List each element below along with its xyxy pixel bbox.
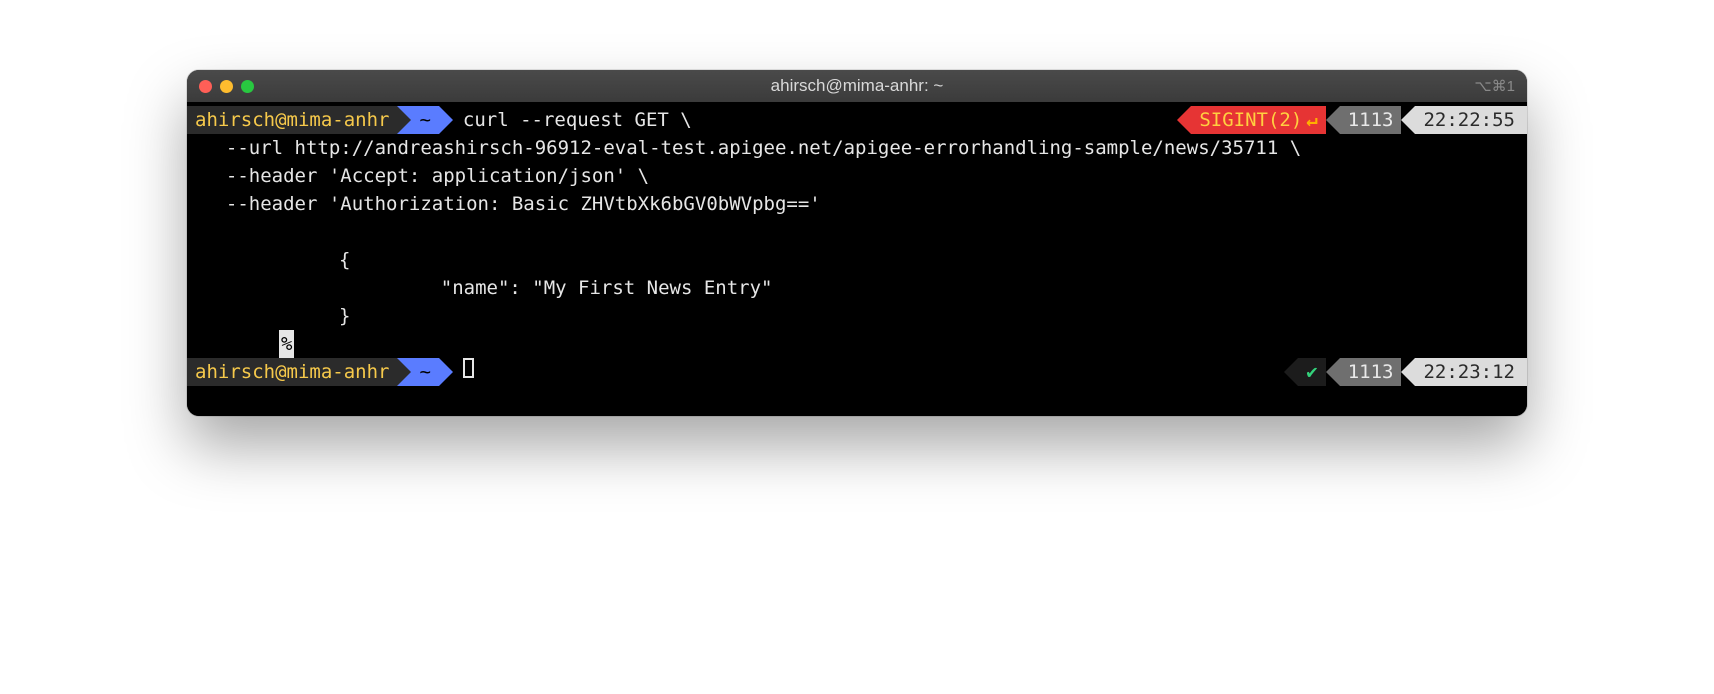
status-separator-icon	[1177, 106, 1191, 134]
cwd-text-2: ~	[419, 358, 430, 386]
time2-separator-icon	[1401, 358, 1415, 386]
cwd-text: ~	[419, 106, 430, 134]
minimize-icon[interactable]	[220, 80, 233, 93]
prompt-line-1: ahirsch@mima-anhr ~ curl --request GET \…	[187, 106, 1527, 134]
command-text-line3: --header 'Accept: application/json' \	[187, 162, 1527, 190]
prompt-line-2: ahirsch@mima-anhr ~ ✔ 1113	[187, 358, 1527, 386]
prompt2-user-host: ahirsch@mima-anhr	[187, 358, 397, 386]
screenshot-canvas: ahirsch@mima-anhr: ~ ⌥⌘1 ahirsch@mima-an…	[0, 0, 1714, 694]
user-host-text-2: ahirsch@mima-anhr	[195, 358, 389, 386]
status-ok-badge: ✔	[1298, 358, 1325, 386]
percent-eol-icon: %	[279, 330, 294, 358]
prompt-user-host: ahirsch@mima-anhr	[187, 106, 397, 134]
prompt-time: 22:22:55	[1415, 106, 1527, 134]
ok-separator-icon	[1284, 358, 1298, 386]
history-number-2: 1113	[1340, 358, 1402, 386]
close-icon[interactable]	[199, 80, 212, 93]
command-text-line1: curl --request GET \	[453, 106, 692, 134]
window-title: ahirsch@mima-anhr: ~	[187, 76, 1527, 96]
user-host-text: ahirsch@mima-anhr	[195, 106, 389, 134]
output-json-open: {	[187, 246, 1527, 274]
prompt2-separator-icon	[439, 358, 453, 386]
history-number: 1113	[1340, 106, 1402, 134]
output-eol-marker-row: %	[187, 330, 1527, 358]
terminal-window[interactable]: ahirsch@mima-anhr: ~ ⌥⌘1 ahirsch@mima-an…	[187, 70, 1527, 416]
prompt-separator-icon	[439, 106, 453, 134]
zoom-icon[interactable]	[241, 80, 254, 93]
terminal-body[interactable]: ahirsch@mima-anhr ~ curl --request GET \…	[187, 102, 1527, 416]
command-text-line2: --url http://andreashirsch-96912-eval-te…	[187, 134, 1527, 162]
prompt2-time: 22:23:12	[1415, 358, 1527, 386]
time-separator-icon	[1401, 106, 1415, 134]
return-icon: ↵	[1306, 106, 1317, 134]
history-separator-icon	[1326, 106, 1340, 134]
output-json-close: }	[187, 302, 1527, 330]
command-text-line4: --header 'Authorization: Basic ZHVtbXk6b…	[187, 190, 1527, 218]
cursor[interactable]	[463, 358, 474, 378]
status-signal-text: SIGINT(2)	[1199, 106, 1302, 134]
checkmark-icon: ✔	[1306, 358, 1317, 386]
traffic-lights	[199, 80, 254, 93]
window-titlebar[interactable]: ahirsch@mima-anhr: ~ ⌥⌘1	[187, 70, 1527, 102]
window-pane-indicator: ⌥⌘1	[1474, 77, 1515, 95]
output-json-field: "name": "My First News Entry"	[187, 274, 1527, 302]
blank-line	[187, 218, 1527, 246]
history2-separator-icon	[1326, 358, 1340, 386]
status-signal-badge: SIGINT(2) ↵	[1191, 106, 1325, 134]
